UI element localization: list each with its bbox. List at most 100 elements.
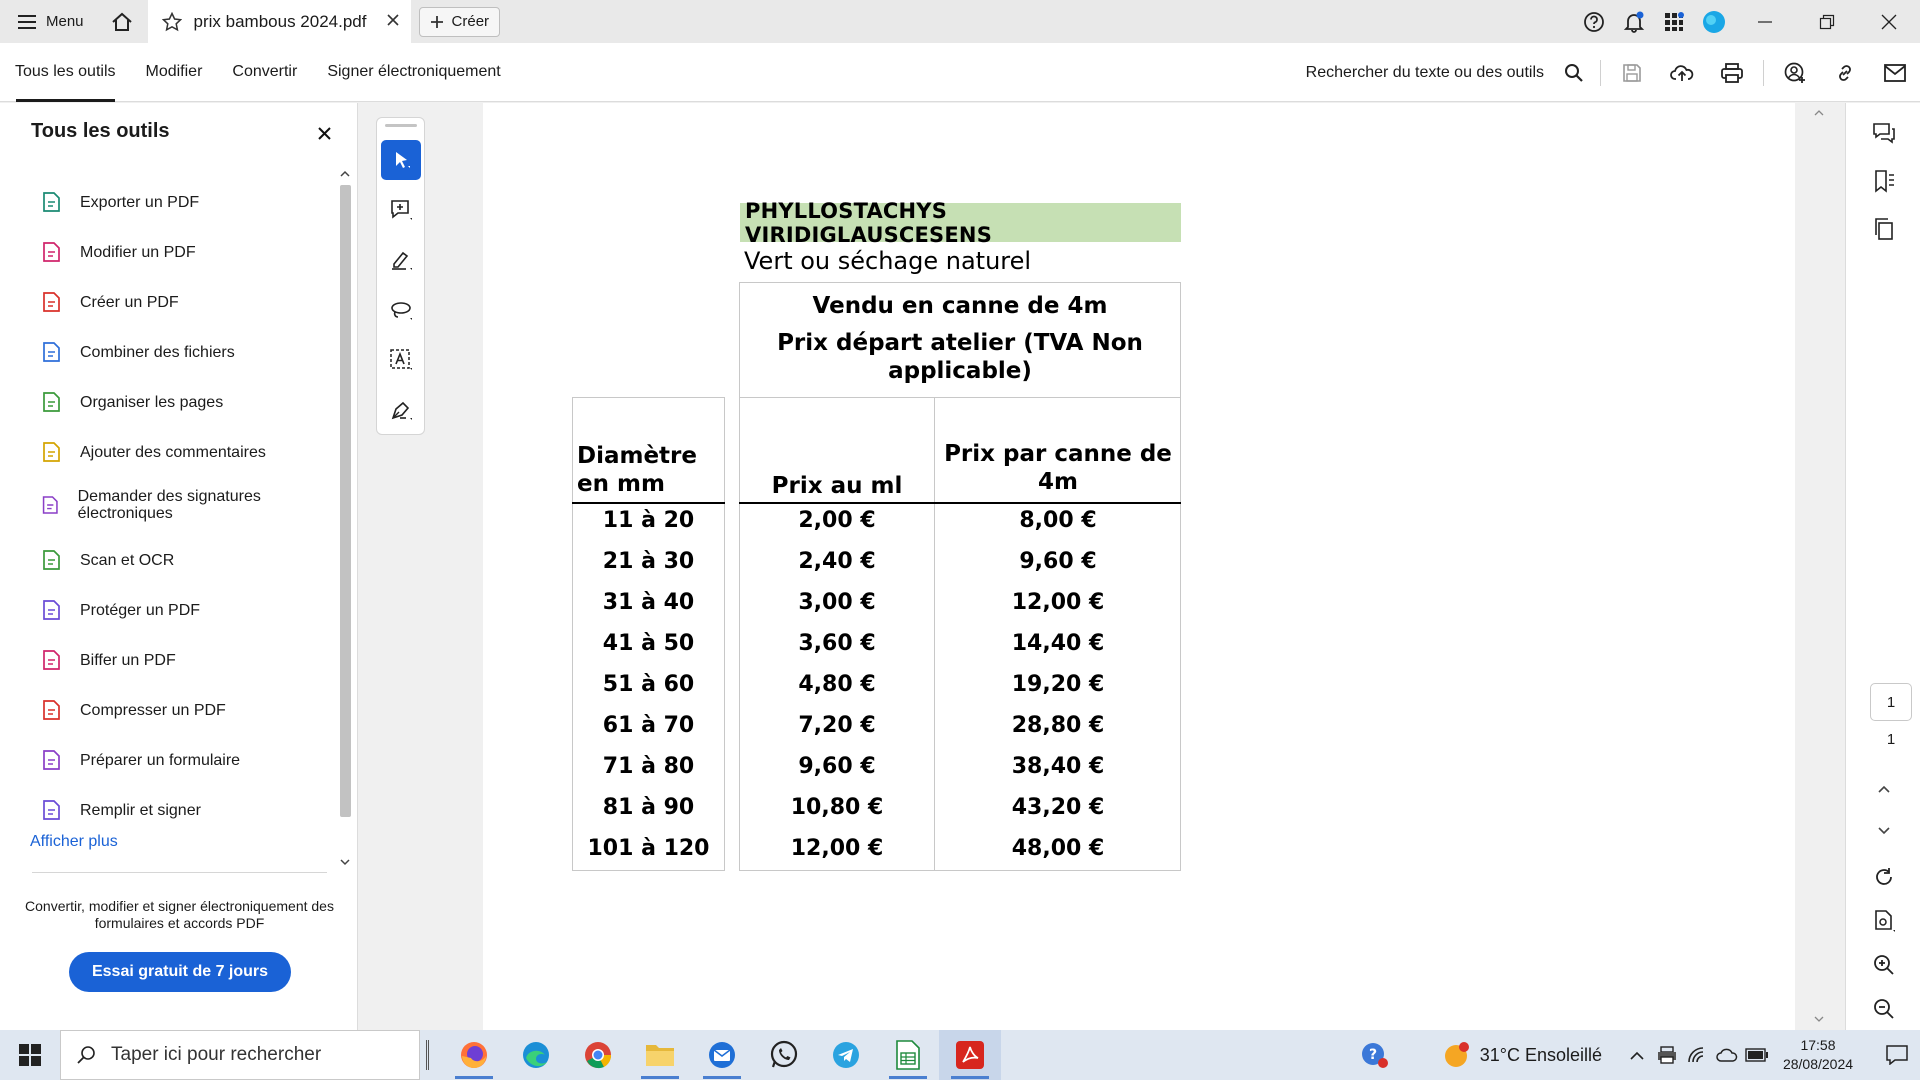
highlight-tool[interactable] bbox=[381, 240, 421, 280]
current-page-field[interactable]: 1 bbox=[1870, 683, 1912, 721]
weather-widget[interactable]: 31°C Ensoleillé bbox=[1442, 1040, 1602, 1070]
profile-button[interactable] bbox=[1694, 0, 1734, 43]
tool-item[interactable]: Scan et OCR bbox=[40, 549, 330, 571]
next-page-button[interactable] bbox=[1868, 815, 1900, 847]
taskbar-edge[interactable] bbox=[505, 1030, 567, 1080]
taskbar-whatsapp[interactable] bbox=[753, 1030, 815, 1080]
notification-center-icon bbox=[1886, 1045, 1908, 1065]
price-per-meter-cell: 7,20 € bbox=[798, 713, 876, 738]
close-window-button[interactable] bbox=[1858, 0, 1920, 43]
onedrive-button[interactable] bbox=[1712, 1030, 1742, 1080]
apps-button[interactable] bbox=[1654, 0, 1694, 43]
copy-link-button[interactable] bbox=[1820, 43, 1870, 102]
tool-item[interactable]: Créer un PDF bbox=[40, 291, 330, 313]
bookmarks-button[interactable] bbox=[1868, 165, 1900, 197]
tool-item[interactable]: Demander des signatures électroniques bbox=[40, 488, 330, 522]
tool-item[interactable]: Modifier un PDF bbox=[40, 241, 330, 263]
total-pages: 1 bbox=[1886, 731, 1896, 748]
scroll-up-icon[interactable] bbox=[336, 167, 354, 181]
system-clock[interactable]: 17:58 28/08/2024 bbox=[1776, 1036, 1860, 1074]
comments-panel-button[interactable] bbox=[1868, 117, 1900, 149]
tab-all-tools[interactable]: Tous les outils bbox=[0, 43, 131, 102]
highlighter-icon bbox=[392, 251, 412, 270]
quick-tools-bar bbox=[376, 117, 425, 435]
tool-item[interactable]: Ajouter des commentaires bbox=[40, 441, 330, 463]
tool-item[interactable]: Exporter un PDF bbox=[40, 191, 330, 213]
close-panel-icon[interactable] bbox=[318, 127, 331, 140]
header-rule bbox=[572, 502, 725, 504]
minimize-button[interactable] bbox=[1734, 0, 1796, 43]
close-tab-icon[interactable] bbox=[385, 12, 401, 28]
text-box-tool[interactable] bbox=[381, 340, 421, 380]
taskbar-thunderbird[interactable] bbox=[691, 1030, 753, 1080]
taskbar-search-box[interactable]: Taper ici pour rechercher bbox=[60, 1030, 420, 1080]
tool-item[interactable]: Compresser un PDF bbox=[40, 699, 330, 721]
taskbar-firefox[interactable] bbox=[443, 1030, 505, 1080]
print-icon bbox=[1721, 62, 1743, 83]
pages-thumbnail-button[interactable] bbox=[1868, 213, 1900, 245]
battery-button[interactable] bbox=[1742, 1030, 1772, 1080]
tab-edit[interactable]: Modifier bbox=[131, 43, 218, 102]
select-tool-button[interactable] bbox=[381, 140, 421, 180]
help-bubble-icon: ? bbox=[1361, 1043, 1388, 1068]
drag-grip[interactable] bbox=[385, 124, 417, 127]
taskbar-file-explorer[interactable] bbox=[629, 1030, 691, 1080]
save-button[interactable] bbox=[1607, 43, 1657, 102]
tab-sign[interactable]: Signer électroniquement bbox=[312, 43, 515, 102]
tool-item[interactable]: Combiner des fichiers bbox=[40, 341, 330, 363]
tool-item-label: Modifier un PDF bbox=[80, 243, 196, 261]
restore-button[interactable] bbox=[1796, 0, 1858, 43]
page-tools-button[interactable] bbox=[1868, 905, 1900, 937]
document-scrollbar[interactable] bbox=[1795, 103, 1845, 1030]
taskbar-acrobat[interactable] bbox=[939, 1030, 1001, 1080]
tab-convert[interactable]: Convertir bbox=[217, 43, 312, 102]
share-user-button[interactable] bbox=[1770, 43, 1820, 102]
free-trial-button[interactable]: Essai gratuit de 7 jours bbox=[69, 952, 291, 992]
help-button[interactable] bbox=[1574, 0, 1614, 43]
email-button[interactable] bbox=[1870, 43, 1920, 102]
tool-item[interactable]: Protéger un PDF bbox=[40, 599, 330, 621]
home-button[interactable] bbox=[102, 0, 142, 43]
text-box-icon bbox=[390, 349, 412, 370]
star-icon[interactable] bbox=[161, 11, 182, 32]
rotate-button[interactable] bbox=[1868, 861, 1900, 893]
panel-divider bbox=[32, 872, 327, 873]
tool-item[interactable]: Préparer un formulaire bbox=[40, 749, 330, 771]
search-tools-label[interactable]: Rechercher du texte ou des outils bbox=[1306, 64, 1544, 82]
menu-button[interactable]: Menu bbox=[0, 0, 102, 43]
show-hidden-icons[interactable] bbox=[1622, 1030, 1652, 1080]
comment-add-icon bbox=[391, 200, 412, 220]
search-button[interactable] bbox=[1554, 43, 1594, 102]
taskbar-help-app[interactable]: ? bbox=[1348, 1030, 1402, 1080]
action-center-button[interactable] bbox=[1874, 1030, 1920, 1080]
tool-item-label: Exporter un PDF bbox=[80, 193, 200, 211]
tool-item[interactable]: Remplir et signer bbox=[40, 799, 330, 821]
share-user-icon bbox=[1784, 62, 1805, 83]
scroll-down-icon[interactable] bbox=[336, 855, 354, 869]
printer-tray-button[interactable] bbox=[1652, 1030, 1682, 1080]
scroll-up-icon[interactable] bbox=[1812, 107, 1826, 119]
zoom-out-button[interactable] bbox=[1868, 993, 1900, 1025]
zoom-in-button[interactable] bbox=[1868, 949, 1900, 981]
previous-page-button[interactable] bbox=[1868, 773, 1900, 805]
taskbar-chrome[interactable] bbox=[567, 1030, 629, 1080]
scroll-thumb[interactable] bbox=[340, 185, 351, 817]
show-more-link[interactable]: Afficher plus bbox=[30, 833, 118, 851]
scroll-down-icon[interactable] bbox=[1812, 1013, 1826, 1025]
tool-item[interactable]: Biffer un PDF bbox=[40, 649, 330, 671]
document-tab[interactable]: prix bambous 2024.pdf bbox=[147, 0, 411, 43]
tool-item[interactable]: Organiser les pages bbox=[40, 391, 330, 413]
taskbar-telegram[interactable] bbox=[815, 1030, 877, 1080]
taskbar-spreadsheet[interactable] bbox=[877, 1030, 939, 1080]
sign-tool[interactable] bbox=[381, 390, 421, 430]
upload-cloud-button[interactable] bbox=[1657, 43, 1707, 102]
network-button[interactable] bbox=[1682, 1030, 1712, 1080]
start-button[interactable] bbox=[0, 1030, 60, 1080]
tools-scrollbar[interactable] bbox=[336, 163, 354, 873]
create-button[interactable]: Créer bbox=[418, 6, 501, 37]
notifications-button[interactable] bbox=[1614, 0, 1654, 43]
print-button[interactable] bbox=[1707, 43, 1757, 102]
draw-tool[interactable] bbox=[381, 290, 421, 330]
diameter-cell: 31 à 40 bbox=[602, 590, 695, 615]
add-comment-tool[interactable] bbox=[381, 190, 421, 230]
